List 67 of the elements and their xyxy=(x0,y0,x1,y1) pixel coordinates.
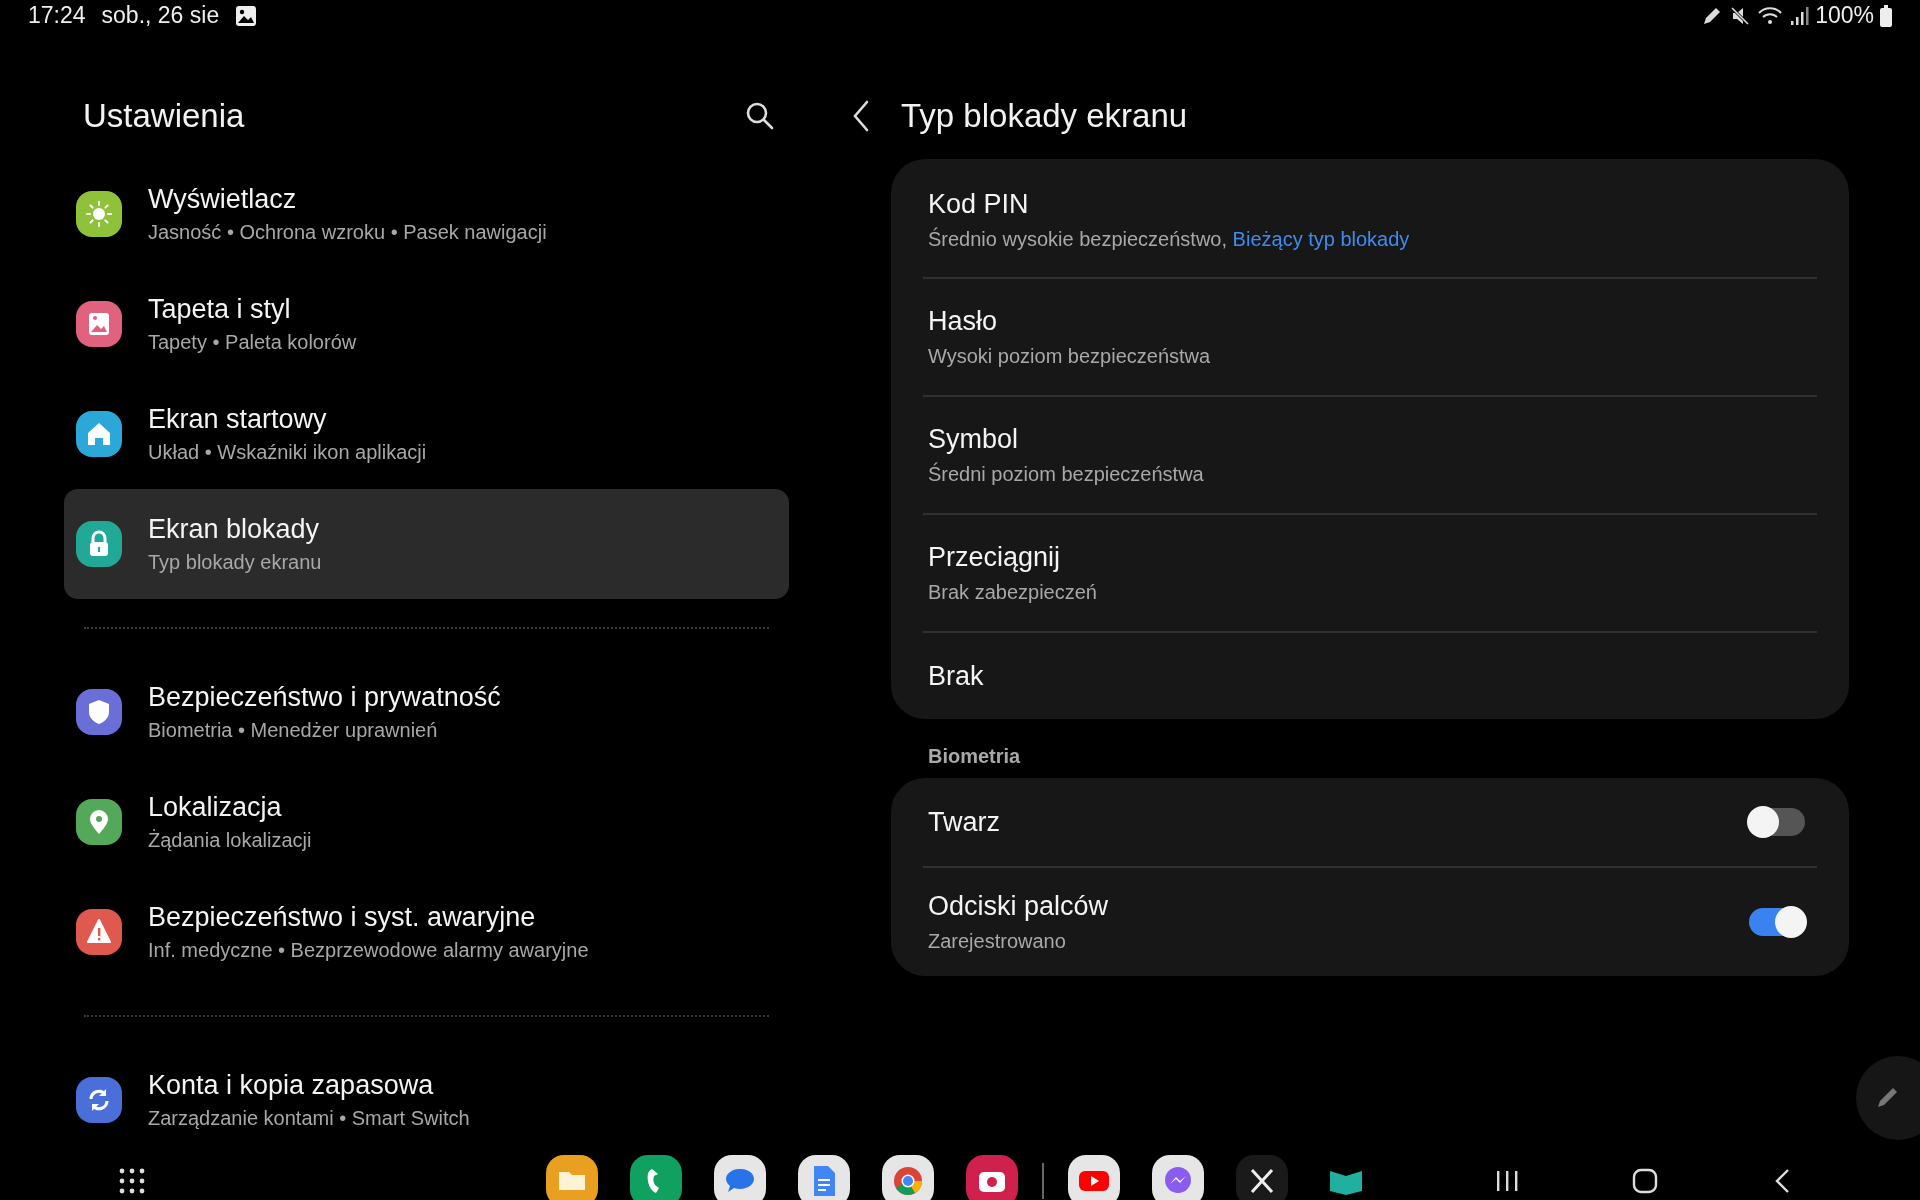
mute-icon xyxy=(1729,4,1752,27)
option-subtitle: Zarejestrowano xyxy=(928,930,1067,953)
signal-icon xyxy=(1789,4,1810,27)
option-title: Hasło xyxy=(928,306,999,337)
option-title: Przeciągnij xyxy=(928,542,1062,573)
item-title: Konta i kopia zapasowa xyxy=(148,1070,435,1101)
messenger-app-icon[interactable] xyxy=(1152,1155,1204,1200)
item-subtitle: Typ blokady ekranu xyxy=(148,551,322,574)
settings-item[interactable]: Ekran startowy Układ • Wskaźniki ikon aplikacji xyxy=(64,379,789,489)
item-title: Ekran startowy xyxy=(148,404,328,435)
option-subtitle: Brak zabezpieczeń xyxy=(928,581,1098,604)
toggle-switch[interactable] xyxy=(1749,808,1805,836)
battery-percent: 100% xyxy=(1815,2,1874,29)
item-subtitle: Biometria • Menedżer uprawnień xyxy=(148,719,439,742)
lock-type-option[interactable]: Hasło Wysoki poziom bezpieczeństwa xyxy=(923,279,1817,395)
item-title: Ekran blokady xyxy=(148,514,321,545)
camera-app-icon[interactable] xyxy=(966,1155,1018,1200)
settings-item[interactable]: Wyświetlacz Jasność • Ochrona wzroku • Pasek nawigacji xyxy=(64,159,789,269)
lock-type-option[interactable]: Symbol Średni poziom bezpieczeństwa xyxy=(923,397,1817,513)
chrome-app-icon[interactable] xyxy=(882,1155,934,1200)
x-app-icon[interactable] xyxy=(1236,1155,1288,1200)
lock-type-option[interactable]: Przeciągnij Brak zabezpieczeń xyxy=(923,515,1817,631)
recent-apps-icon[interactable] xyxy=(1494,1168,1520,1194)
settings-item[interactable]: Konta i kopia zapasowa Zarządzanie kontami • Smart Switch xyxy=(64,1045,789,1155)
option-subtitle: Średnio wysokie bezpieczeństwo, Bieżący typ blokady xyxy=(928,228,1411,251)
home-nav-icon[interactable] xyxy=(1632,1168,1658,1194)
item-title: Wyświetlacz xyxy=(148,184,298,215)
battery-icon xyxy=(1880,4,1892,27)
settings-title: Ustawienia xyxy=(83,97,245,135)
settings-item[interactable]: Tapeta i styl Tapety • Paleta kolorów xyxy=(64,269,789,379)
settings-item[interactable]: Lokalizacja Żądania lokalizacji xyxy=(64,767,789,877)
search-icon[interactable] xyxy=(745,101,775,131)
option-subtitle: Średni poziom bezpieczeństwa xyxy=(928,463,1205,486)
item-subtitle: Tapety • Paleta kolorów xyxy=(148,331,357,354)
section-heading: Biometria xyxy=(928,745,1022,768)
option-subtitle: Wysoki poziom bezpieczeństwa xyxy=(928,345,1212,368)
option-title: Twarz xyxy=(928,806,1000,838)
option-title: Symbol xyxy=(928,424,1020,455)
date-text: sob., 26 sie xyxy=(101,2,220,29)
option-title: Kod PIN xyxy=(928,189,1030,220)
phone-app-icon[interactable] xyxy=(630,1155,682,1200)
app-grid-icon[interactable] xyxy=(118,1167,146,1195)
chat-app-icon[interactable] xyxy=(714,1155,766,1200)
doc-app-icon[interactable] xyxy=(798,1155,850,1200)
option-title: Brak xyxy=(928,660,985,692)
video-app-icon[interactable] xyxy=(1068,1155,1120,1200)
clock-time: 17:24 xyxy=(28,2,86,29)
image-icon xyxy=(235,4,258,27)
folder-app-icon[interactable] xyxy=(546,1155,598,1200)
item-title: Bezpieczeństwo i syst. awaryjne xyxy=(148,902,537,933)
page-title: Typ blokady ekranu xyxy=(901,97,1188,135)
item-subtitle: Układ • Wskaźniki ikon aplikacji xyxy=(148,441,427,464)
lock-type-option[interactable]: Kod PIN Średnio wysokie bezpieczeństwo, Bieżący typ blokady xyxy=(923,159,1817,277)
item-title: Bezpieczeństwo i prywatność xyxy=(148,682,501,713)
option-title: Odciski palców xyxy=(928,891,1109,922)
item-title: Tapeta i styl xyxy=(148,294,292,325)
item-subtitle: Żądania lokalizacji xyxy=(148,829,312,852)
toggle-switch[interactable] xyxy=(1749,908,1805,936)
item-subtitle: Inf. medyczne • Bezprzewodowe alarmy awaryjne xyxy=(148,939,589,962)
lock-type-option[interactable]: Brak xyxy=(923,633,1817,719)
settings-item[interactable]: Bezpieczeństwo i prywatność Biometria • Menedżer uprawnień xyxy=(64,657,789,767)
item-title: Lokalizacja xyxy=(148,792,283,823)
settings-item[interactable]: Bezpieczeństwo i syst. awaryjne Inf. medyczne • Bezprzewodowe alarmy awaryjne xyxy=(64,877,789,987)
settings-item[interactable]: Ekran blokady Typ blokady ekranu xyxy=(64,489,789,599)
item-subtitle: Zarządzanie kontami • Smart Switch xyxy=(148,1107,470,1130)
item-subtitle: Jasność • Ochrona wzroku • Pasek nawigacji xyxy=(148,221,547,244)
wifi-icon xyxy=(1757,4,1784,27)
